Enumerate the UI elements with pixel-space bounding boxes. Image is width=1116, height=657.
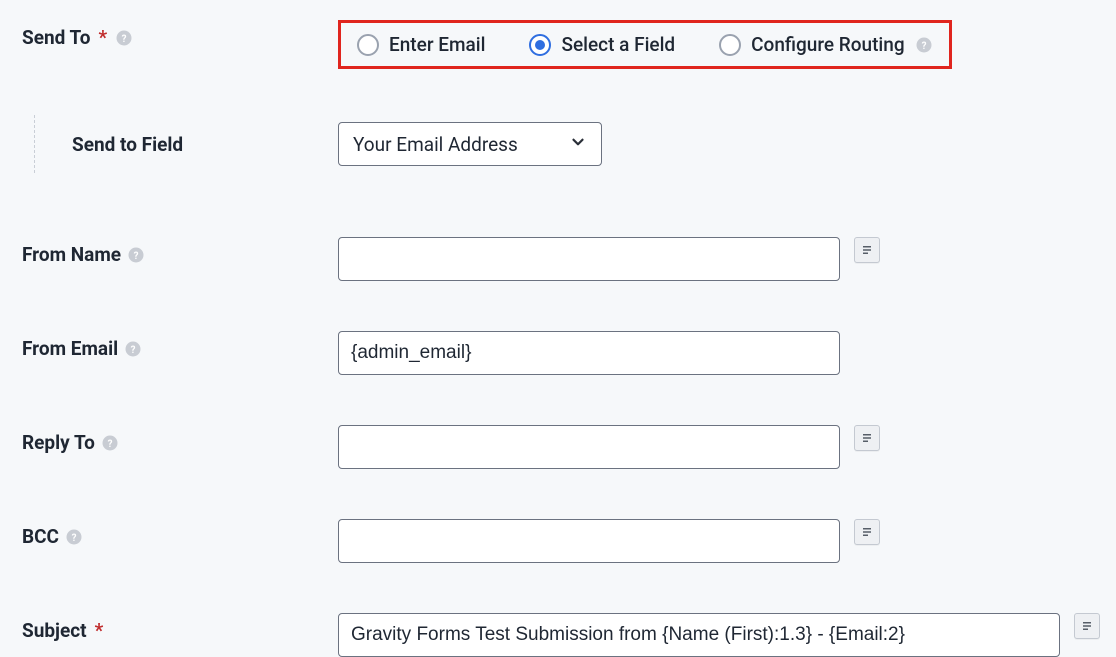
row-subject: Subject *	[22, 613, 1094, 657]
send-to-radio-group-highlight: Enter Email Select a Field Configure Rou…	[338, 20, 952, 69]
row-send-to-field: Send to Field Your Email Address	[22, 115, 1094, 173]
merge-tag-button[interactable]	[854, 425, 880, 451]
send-to-field-label: Send to Field	[64, 133, 183, 156]
row-from-name: From Name ?	[22, 237, 1094, 281]
reply-to-label: Reply To ?	[22, 431, 119, 454]
field-col	[338, 613, 1100, 657]
svg-text:?: ?	[72, 532, 77, 543]
svg-text:?: ?	[921, 40, 926, 51]
from-name-label: From Name ?	[22, 243, 145, 266]
send-to-label: Send To * ?	[22, 26, 133, 49]
label-col: Subject *	[22, 613, 338, 642]
help-icon[interactable]: ?	[101, 434, 119, 452]
help-icon[interactable]: ?	[65, 528, 83, 546]
label-col: Send to Field	[22, 115, 338, 173]
row-from-email: From Email ?	[22, 331, 1094, 375]
reply-to-input[interactable]	[338, 425, 840, 469]
radio-configure-routing[interactable]: Configure Routing ?	[719, 33, 932, 56]
label-col: BCC ?	[22, 519, 338, 548]
subject-label: Subject *	[22, 619, 105, 642]
field-col: Enter Email Select a Field Configure Rou…	[338, 20, 1094, 69]
field-col	[338, 425, 1094, 469]
label-text: Subject	[22, 619, 87, 642]
label-text: From Name	[22, 243, 121, 266]
from-name-input[interactable]	[338, 237, 840, 281]
label-col: From Email ?	[22, 331, 338, 360]
required-asterisk: *	[95, 619, 104, 642]
bcc-input[interactable]	[338, 519, 840, 563]
help-icon[interactable]: ?	[124, 340, 142, 358]
label-text: From Email	[22, 337, 118, 360]
field-col	[338, 519, 1094, 563]
required-asterisk: *	[98, 26, 107, 49]
radio-enter-email[interactable]: Enter Email	[357, 33, 485, 56]
label-col: Reply To ?	[22, 425, 338, 454]
indent-guide	[34, 115, 64, 173]
notification-settings-form: Send To * ? Enter Email Select a Field	[0, 0, 1116, 657]
help-icon[interactable]: ?	[915, 36, 933, 54]
svg-text:?: ?	[131, 344, 136, 355]
label-col: From Name ?	[22, 237, 338, 266]
chevron-down-icon	[569, 133, 587, 156]
row-reply-to: Reply To ?	[22, 425, 1094, 469]
field-col: Your Email Address	[338, 122, 1094, 166]
label-text: BCC	[22, 525, 59, 548]
row-bcc: BCC ?	[22, 519, 1094, 563]
send-to-field-select[interactable]: Your Email Address	[338, 122, 602, 166]
subject-input[interactable]	[338, 613, 1060, 657]
radio-indicator	[529, 34, 551, 56]
merge-tag-button[interactable]	[1074, 613, 1100, 639]
bcc-label: BCC ?	[22, 525, 83, 548]
help-icon[interactable]: ?	[115, 29, 133, 47]
label-text: Reply To	[22, 431, 95, 454]
field-col	[338, 331, 1094, 375]
row-send-to: Send To * ? Enter Email Select a Field	[22, 20, 1094, 69]
from-email-input[interactable]	[338, 331, 840, 375]
radio-select-field[interactable]: Select a Field	[529, 33, 675, 56]
svg-text:?: ?	[107, 438, 112, 449]
from-email-label: From Email ?	[22, 337, 142, 360]
help-icon[interactable]: ?	[127, 246, 145, 264]
radio-label: Configure Routing	[751, 33, 904, 56]
radio-indicator	[357, 34, 379, 56]
radio-label: Select a Field	[561, 33, 675, 56]
svg-text:?: ?	[134, 250, 139, 261]
merge-tag-button[interactable]	[854, 519, 880, 545]
label-text: Send To	[22, 26, 90, 49]
select-value: Your Email Address	[353, 133, 518, 156]
field-col	[338, 237, 1094, 281]
label-col: Send To * ?	[22, 20, 338, 49]
radio-indicator	[719, 34, 741, 56]
svg-text:?: ?	[122, 33, 127, 44]
radio-label: Enter Email	[389, 33, 485, 56]
merge-tag-button[interactable]	[854, 237, 880, 263]
